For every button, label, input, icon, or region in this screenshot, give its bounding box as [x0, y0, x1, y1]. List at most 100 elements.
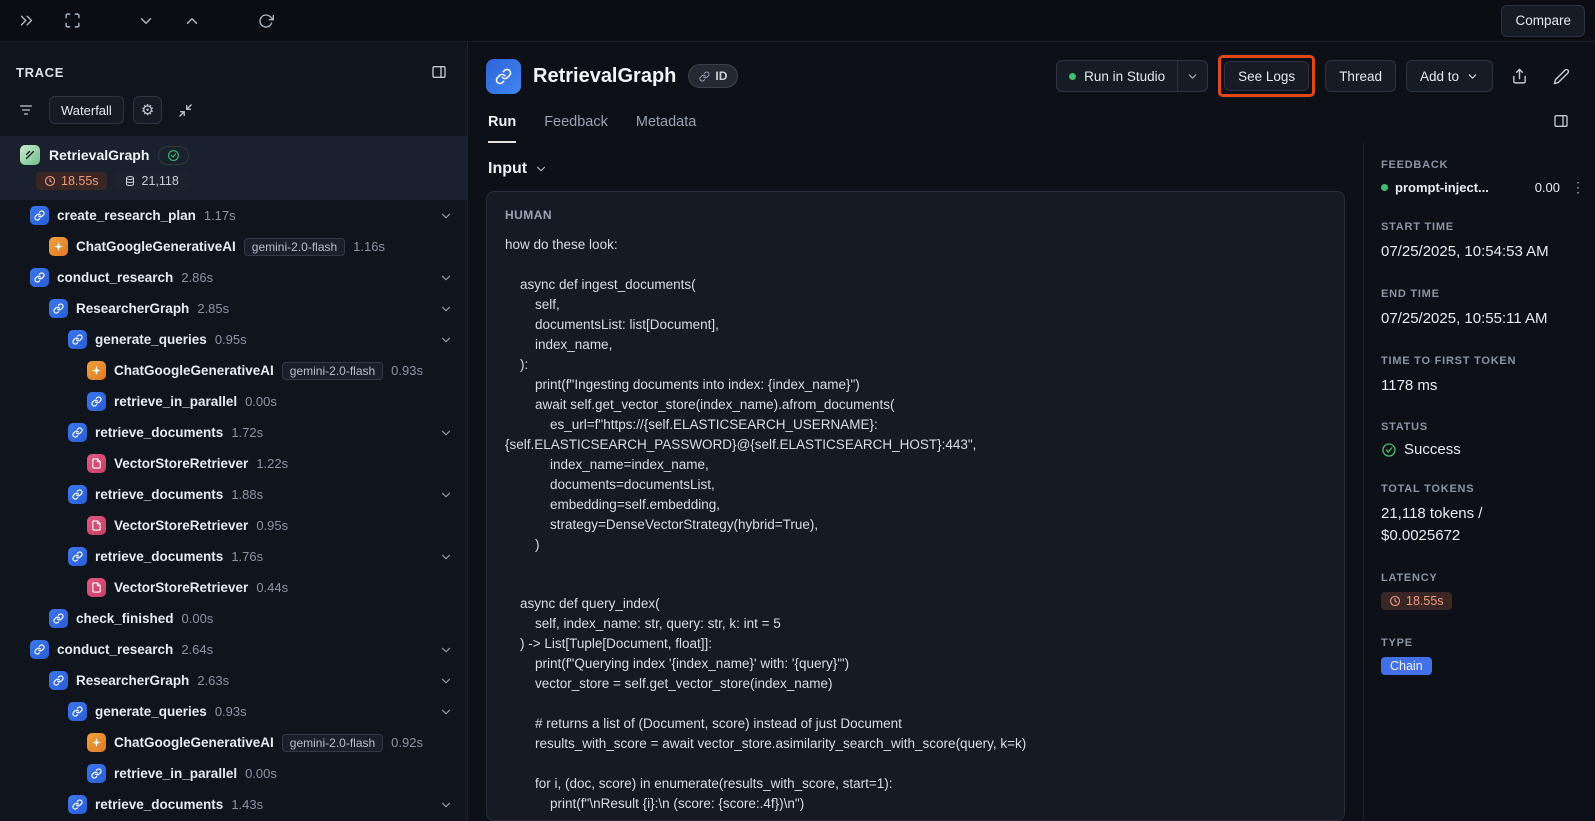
span-duration: 1.17s — [203, 208, 236, 223]
chevron-down-icon[interactable] — [439, 643, 453, 657]
status-label: STATUS — [1381, 421, 1428, 434]
span-name: retrieve_in_parallel — [114, 394, 238, 409]
trace-row[interactable]: check_finished 0.00s — [0, 603, 467, 634]
toggle-details-panel-icon[interactable] — [1547, 107, 1575, 135]
latency-label: LATENCY — [1381, 571, 1438, 584]
gear-icon: ⚙ — [140, 102, 155, 119]
span-name: retrieve_documents — [95, 487, 224, 502]
span-duration: 0.00s — [245, 394, 277, 409]
share-icon[interactable] — [1503, 60, 1535, 92]
input-section-toggle[interactable]: Input — [486, 143, 1345, 191]
see-logs-button[interactable]: See Logs — [1224, 61, 1310, 91]
span-name: conduct_research — [57, 642, 174, 657]
waterfall-button[interactable]: Waterfall — [49, 96, 124, 124]
trace-row[interactable]: ChatGoogleGenerativeAI gemini-2.0-flash 0.… — [0, 727, 467, 758]
copy-id-chip[interactable]: ID — [688, 64, 739, 88]
trace-row[interactable]: create_research_plan 1.17s — [0, 200, 467, 231]
trace-row[interactable]: conduct_research 2.64s — [0, 634, 467, 665]
page-title: RetrievalGraph — [533, 64, 677, 87]
span-duration: 0.44s — [256, 580, 289, 595]
edit-pencil-icon[interactable] — [1545, 60, 1577, 92]
trace-row[interactable]: conduct_research 2.86s — [0, 262, 467, 293]
add-to-button[interactable]: Add to — [1405, 60, 1493, 92]
chain-icon — [68, 330, 87, 349]
run-tabs: Run Feedback Metadata — [468, 105, 1595, 143]
trace-settings-button[interactable]: ⚙ — [132, 96, 163, 124]
span-duration: 0.93s — [391, 363, 423, 378]
chevron-down-icon[interactable] — [439, 271, 453, 285]
span-name: create_research_plan — [57, 208, 196, 223]
span-duration: 0.93s — [214, 704, 247, 719]
trace-row[interactable]: ChatGoogleGenerativeAI gemini-2.0-flash 0.… — [0, 355, 467, 386]
topbar: Compare — [0, 0, 1595, 42]
span-duration: 2.64s — [181, 642, 214, 657]
thread-button[interactable]: Thread — [1325, 60, 1396, 92]
trace-row[interactable]: retrieve_in_parallel 0.00s — [0, 758, 467, 789]
clock-icon — [1389, 595, 1401, 606]
clock-icon — [44, 175, 56, 187]
span-duration: 1.72s — [231, 425, 264, 440]
chevron-down-icon[interactable] — [439, 302, 453, 316]
compare-button[interactable]: Compare — [1501, 4, 1585, 37]
span-name: generate_queries — [95, 332, 207, 347]
llm-icon — [87, 733, 106, 752]
trace-row[interactable]: retrieve_documents 1.76s — [0, 541, 467, 572]
trace-row[interactable]: VectorStoreRetriever 1.22s — [0, 448, 467, 479]
chain-icon — [30, 206, 49, 225]
chevron-down-icon[interactable] — [439, 333, 453, 347]
success-check-badge — [158, 145, 190, 165]
run-detail-main: RetrievalGraph ID Run in Studio See Logs — [468, 42, 1595, 821]
trace-row[interactable]: VectorStoreRetriever 0.44s — [0, 572, 467, 603]
chevron-down-icon[interactable] — [439, 705, 453, 719]
trace-panel-title: TRACE — [16, 64, 65, 80]
kebab-menu-icon[interactable]: ⋮ — [1567, 179, 1589, 196]
trace-row[interactable]: ResearcherGraph 2.63s — [0, 665, 467, 696]
chevron-down-icon[interactable] — [439, 550, 453, 564]
run-in-studio-caret[interactable] — [1177, 61, 1207, 91]
span-name: retrieve_documents — [95, 549, 224, 564]
tab-feedback[interactable]: Feedback — [544, 114, 608, 143]
expand-fullscreen-icon[interactable] — [56, 5, 88, 37]
chevron-down-icon[interactable] — [439, 674, 453, 688]
tab-run[interactable]: Run — [488, 114, 517, 143]
tokens-icon — [125, 176, 134, 187]
span-duration: 0.95s — [256, 518, 289, 533]
collapse-all-icon[interactable] — [171, 96, 199, 124]
retriever-icon — [87, 454, 106, 473]
feedback-status-dot — [1381, 184, 1388, 191]
root-latency-badge: 18.55s — [36, 172, 107, 190]
chevron-down-icon[interactable] — [439, 209, 453, 223]
refresh-icon[interactable] — [250, 5, 282, 37]
trace-row[interactable]: generate_queries 0.93s — [0, 696, 467, 727]
trace-row[interactable]: retrieve_in_parallel 0.00s — [0, 386, 467, 417]
trace-row[interactable]: VectorStoreRetriever 0.95s — [0, 510, 467, 541]
chevron-down-icon[interactable] — [439, 488, 453, 502]
feedback-name: prompt-inject... — [1395, 180, 1489, 195]
feedback-item[interactable]: prompt-inject... 0.00 ⋮ — [1381, 179, 1589, 196]
feedback-label: FEEDBACK — [1381, 159, 1449, 171]
run-in-studio-button[interactable]: Run in Studio — [1057, 61, 1177, 91]
total-tokens-value: 21,118 tokens / $0.0025672 — [1381, 505, 1483, 544]
chevron-down-icon[interactable] — [439, 798, 453, 812]
trace-row[interactable]: ResearcherGraph 2.85s — [0, 293, 467, 324]
trace-row[interactable]: retrieve_documents 1.72s — [0, 417, 467, 448]
filter-icon[interactable] — [12, 96, 40, 124]
chain-icon — [49, 671, 68, 690]
split-view-icon[interactable] — [425, 58, 453, 86]
retriever-icon — [87, 578, 106, 597]
trace-row[interactable]: retrieve_documents 1.88s — [0, 479, 467, 510]
trace-row[interactable]: ChatGoogleGenerativeAI gemini-2.0-flash 1.… — [0, 231, 467, 262]
trace-row[interactable]: generate_queries 0.95s — [0, 324, 467, 355]
chevron-down-icon[interactable] — [439, 426, 453, 440]
trace-root-row[interactable]: RetrievalGraph 18.55s 21,118 — [0, 136, 467, 200]
trace-row[interactable]: retrieve_documents 1.43s — [0, 789, 467, 820]
feedback-score: 0.00 — [1534, 180, 1560, 195]
previous-run-chevron-down-icon[interactable] — [130, 5, 162, 37]
type-badge: Chain — [1381, 656, 1432, 675]
span-duration: 2.86s — [181, 270, 214, 285]
tab-metadata[interactable]: Metadata — [636, 114, 696, 143]
span-duration: 2.63s — [197, 673, 230, 688]
chain-run-icon — [486, 58, 521, 94]
collapse-panel-icon[interactable] — [10, 5, 42, 37]
next-run-chevron-up-icon[interactable] — [176, 5, 208, 37]
